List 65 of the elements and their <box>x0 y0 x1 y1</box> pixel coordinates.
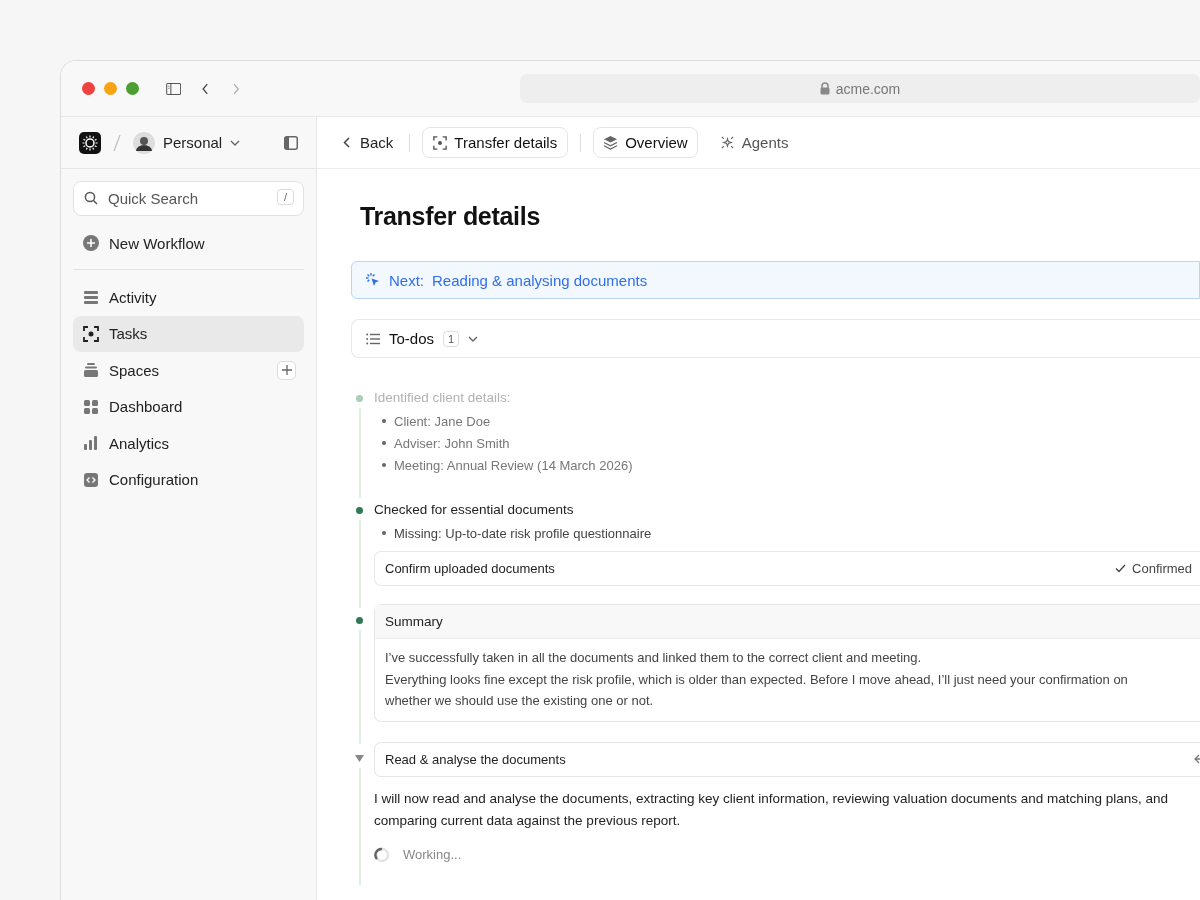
lock-icon <box>819 82 830 95</box>
address-bar[interactable]: acme.com <box>520 74 1200 103</box>
sidebar-item[interactable]: Spaces <box>73 352 304 388</box>
code-icon <box>83 471 99 488</box>
step-heading: Checked for essential documents <box>374 502 575 517</box>
step-dot <box>356 617 363 624</box>
bullet-text: Meeting: Annual Review (14 March 2026) <box>394 457 633 473</box>
bullet-text: Adviser: John Smith <box>394 435 510 451</box>
todos-label: To-dos <box>389 330 435 347</box>
back-button[interactable]: Back <box>339 134 398 151</box>
check-icon <box>1115 564 1127 573</box>
task-title: Read & analyse the documents <box>385 751 566 767</box>
add-button[interactable] <box>277 360 296 380</box>
focus-icon <box>433 135 448 150</box>
click-icon <box>365 272 381 288</box>
list-icon <box>366 332 380 345</box>
panel-toggle-icon[interactable] <box>284 135 298 150</box>
sidebar-item[interactable]: Activity <box>73 279 304 315</box>
search-icon <box>84 191 98 205</box>
logo-icon[interactable] <box>79 131 101 154</box>
action-label: Confirm uploaded documents <box>385 561 555 576</box>
zoom-button[interactable] <box>126 82 139 95</box>
bullet-text: Missing: Up-to-date risk profile questionnaire <box>394 525 652 541</box>
workspace-switcher[interactable]: Personal <box>133 131 241 154</box>
chevron-left-icon <box>343 137 350 148</box>
avatar-icon <box>133 131 155 154</box>
next-step-text: Reading & analysing documents <box>432 271 648 289</box>
bullet-text: Client: Jane Doe <box>394 413 491 429</box>
grid-icon <box>83 398 99 415</box>
task-header[interactable]: Read & analyse the documents <box>374 741 1200 777</box>
page-title: Transfer details <box>360 202 541 231</box>
sidebar-item[interactable]: Dashboard <box>73 388 304 425</box>
minimize-button[interactable] <box>104 82 117 95</box>
todos-bar[interactable]: To-dos 1 <box>351 319 1200 358</box>
sidebar-item[interactable]: Analytics <box>73 425 304 461</box>
close-button[interactable] <box>82 82 95 95</box>
confirmed-status: Confirmed <box>1115 561 1192 576</box>
stack-icon <box>83 362 99 378</box>
sparkle-icon <box>719 135 735 150</box>
layers-icon <box>603 135 619 150</box>
chevron-down-icon <box>230 139 241 146</box>
summary-paragraph: I’ve successfully taken in all the documents and linked them to the correct client and meeting. <box>385 649 923 667</box>
card-title: Summary <box>375 605 1200 639</box>
focus-icon <box>83 325 99 342</box>
breadcrumb-button[interactable]: Transfer details <box>422 127 569 158</box>
plus-icon <box>281 365 292 375</box>
working-status: Working... <box>403 847 462 862</box>
list-icon <box>83 289 99 305</box>
summary-paragraph: Everything looks fine except the risk profile, which is older than expected. Before I move ahead, I’ll just need your confirmation on whether we should use the existing one or not. <box>385 670 1129 710</box>
plus-circle-icon <box>83 235 99 251</box>
new-workflow-button[interactable]: New Workflow <box>73 225 304 261</box>
chevron-down-icon <box>468 335 479 342</box>
bar-chart-icon <box>83 435 99 451</box>
sidebar-item[interactable]: Tasks <box>73 315 304 352</box>
todos-count: 1 <box>443 330 460 347</box>
tab[interactable]: Agents <box>709 127 799 158</box>
step-heading: Identified client details: <box>374 390 512 405</box>
spinner-icon <box>374 846 390 863</box>
next-label: Next: <box>389 271 424 289</box>
task-description: I will now read and analyse the documents, extracting key client information, reviewing valuation documents and matching plans, and comparing current data against the previous report. <box>374 789 1169 830</box>
slash-icon <box>113 133 121 152</box>
triangle-down-icon[interactable] <box>355 754 364 762</box>
tab[interactable]: Overview <box>593 127 698 158</box>
url-text: acme.com <box>835 80 901 97</box>
sidebar-item[interactable]: Configuration <box>73 461 304 498</box>
